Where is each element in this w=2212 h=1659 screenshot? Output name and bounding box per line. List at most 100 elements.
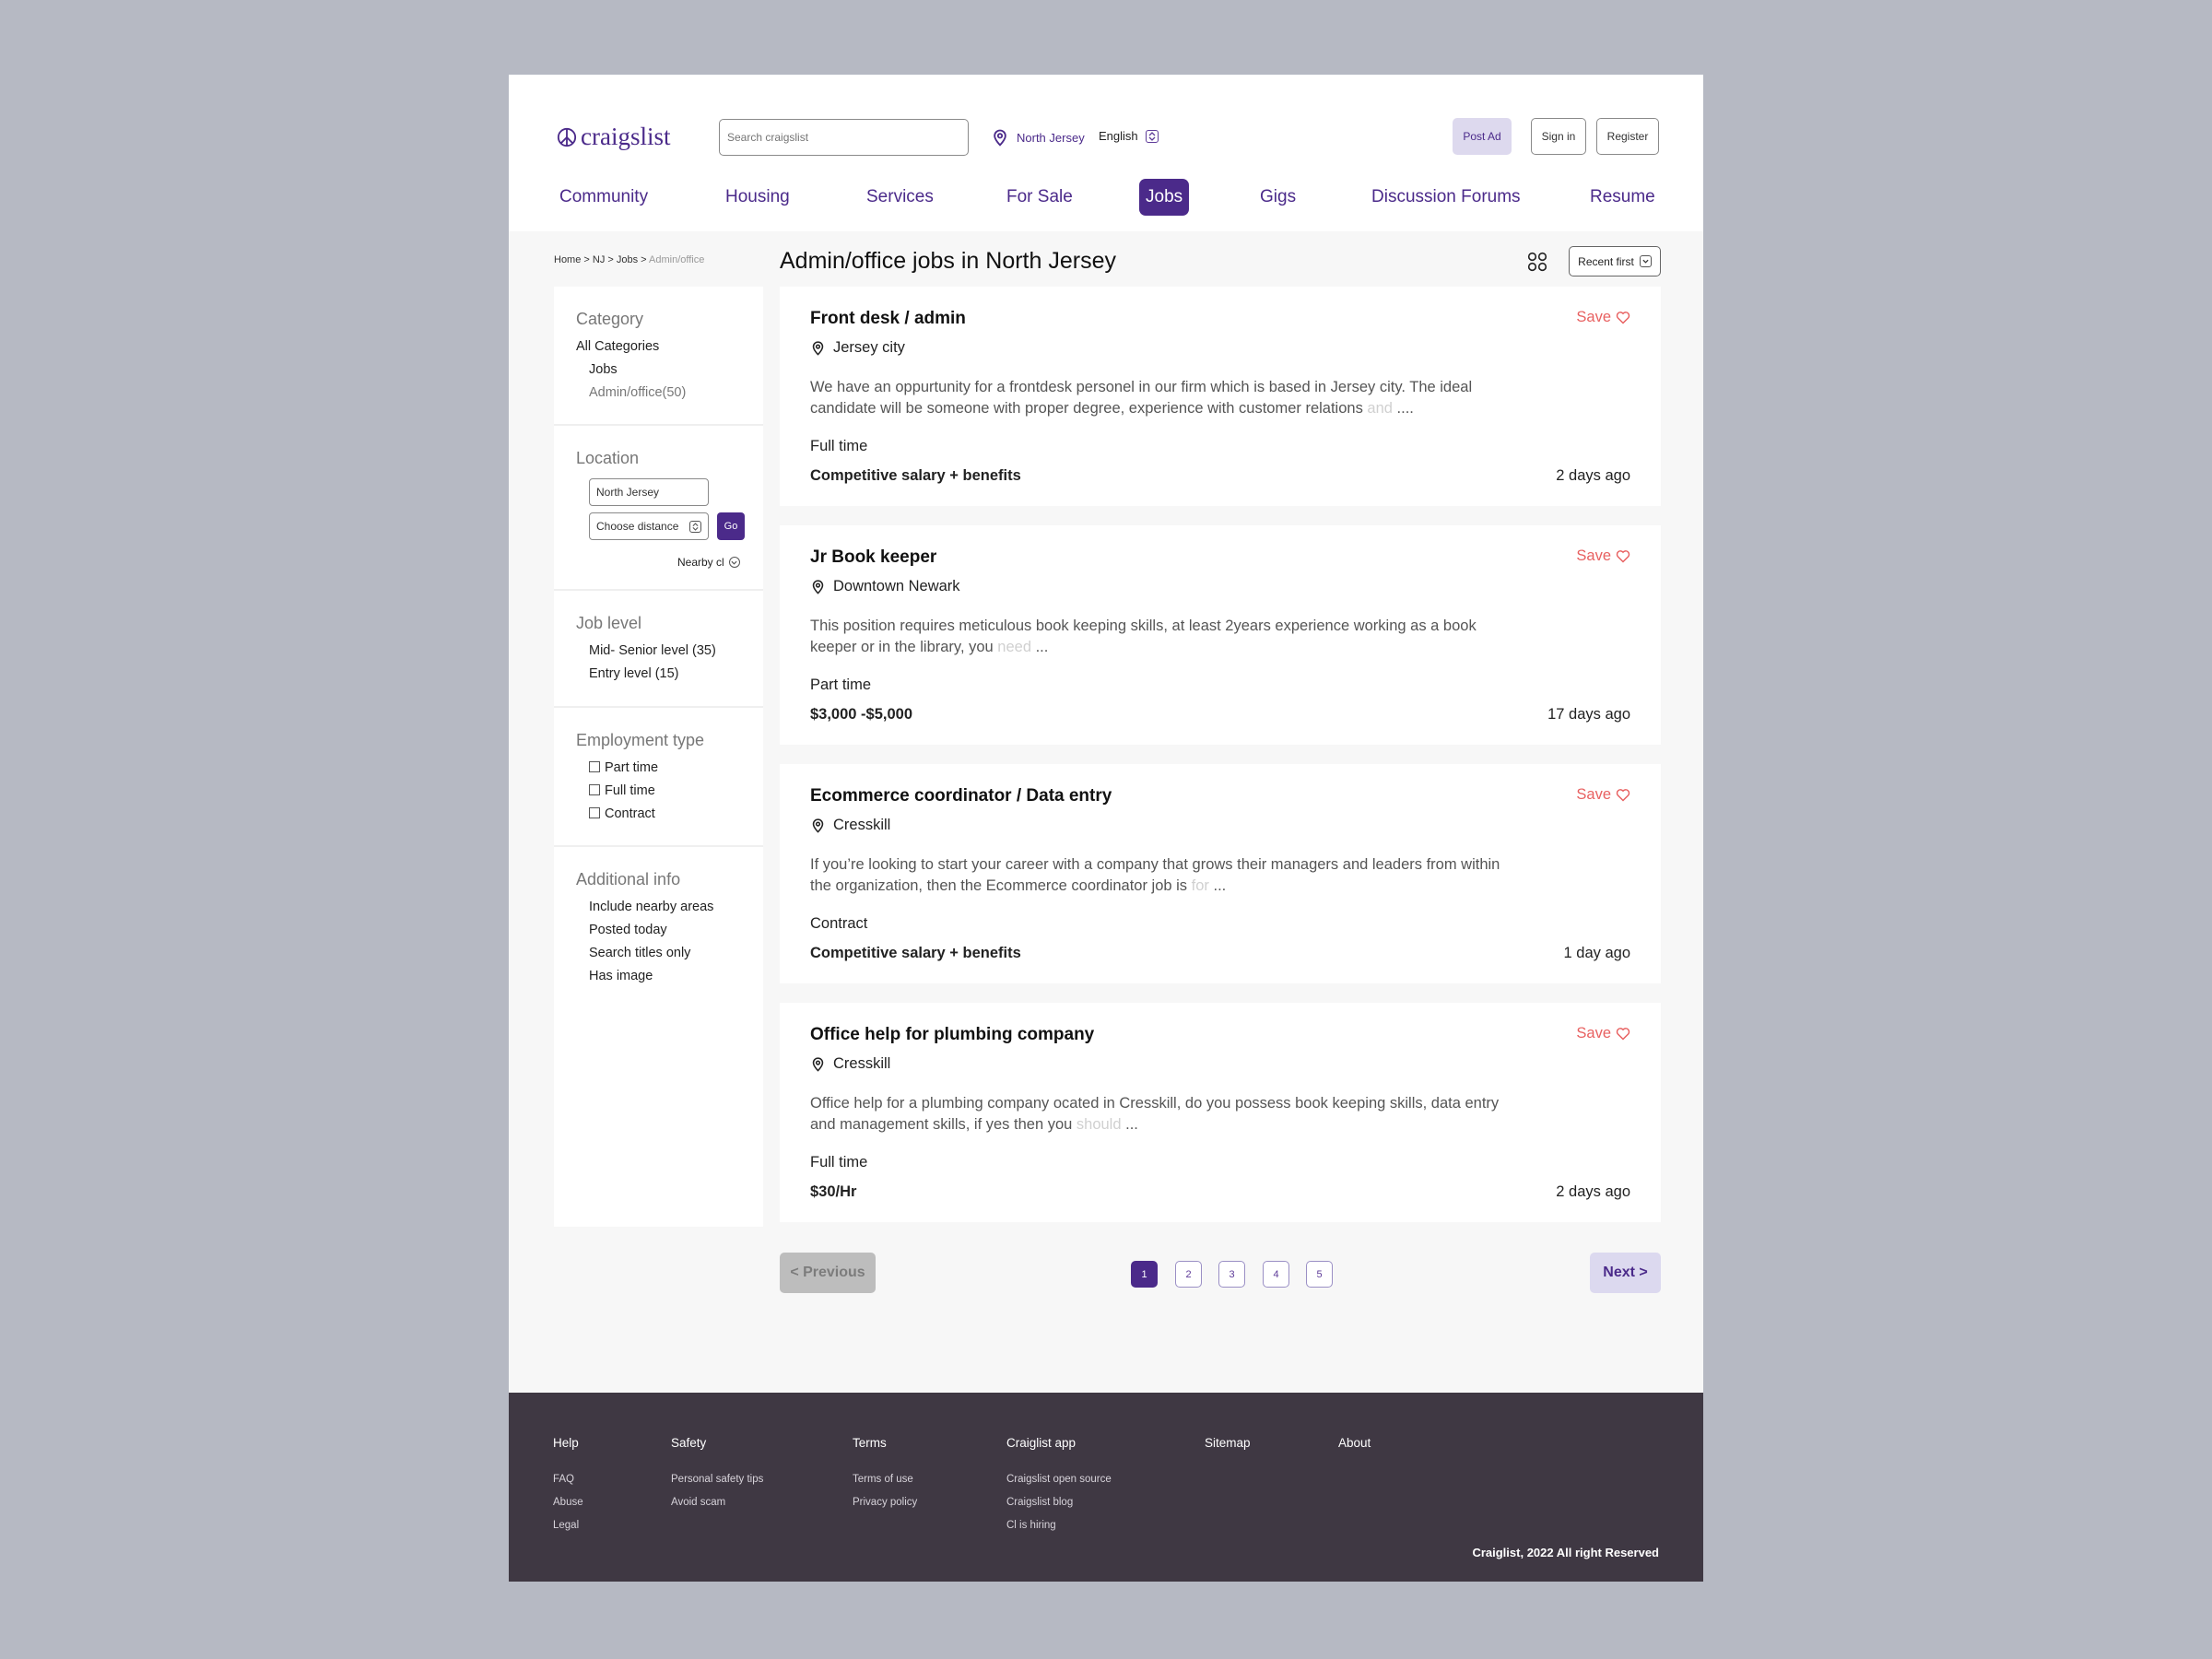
- employment-type-title: Employment type: [576, 731, 705, 749]
- job-location: Cresskill: [810, 817, 890, 834]
- additional-info-section: Additional info Include nearby areas Pos…: [554, 847, 763, 1031]
- nav-housing[interactable]: Housing: [725, 179, 790, 216]
- location-selector[interactable]: North Jersey: [991, 127, 1085, 147]
- employment-option-label: Part time: [605, 760, 659, 775]
- additional-info-option[interactable]: Posted today: [589, 923, 667, 937]
- footer-link[interactable]: Terms of use: [853, 1474, 917, 1485]
- job-card[interactable]: Jr Book keeper Save Downtown Newark This…: [780, 525, 1661, 745]
- employment-option-full-time[interactable]: Full time: [589, 783, 655, 798]
- footer-sitemap-link[interactable]: Sitemap: [1205, 1436, 1251, 1450]
- craigslist-logo[interactable]: craigslist: [557, 123, 670, 151]
- employment-type: Full time: [810, 1154, 868, 1171]
- footer-column-help: Help FAQ Abuse Legal: [553, 1436, 583, 1543]
- footer-link[interactable]: FAQ: [553, 1474, 583, 1485]
- site-footer: Help FAQ Abuse Legal Safety Personal saf…: [509, 1393, 1703, 1582]
- page-button[interactable]: 4: [1263, 1261, 1289, 1288]
- job-description-ellipsis: ....: [1392, 400, 1414, 417]
- nav-for-sale[interactable]: For Sale: [1006, 179, 1073, 216]
- footer-link[interactable]: Privacy policy: [853, 1497, 917, 1508]
- breadcrumb: Home > NJ > Jobs > Admin/office: [554, 254, 704, 265]
- job-description-text: This position requires meticulous book k…: [810, 618, 1477, 655]
- job-level-title: Job level: [576, 614, 642, 632]
- job-title[interactable]: Ecommerce coordinator / Data entry: [810, 786, 1112, 806]
- footer-column-app: Craiglist app Craigslist open source Cra…: [1006, 1436, 1112, 1543]
- checkbox[interactable]: [589, 784, 600, 795]
- copyright: Craiglist, 2022 All right Reserved: [1472, 1546, 1659, 1559]
- job-description: If you’re looking to start your career w…: [810, 854, 1520, 897]
- posted-age: 2 days ago: [1556, 467, 1630, 484]
- peace-icon: [557, 127, 577, 147]
- job-card[interactable]: Front desk / admin Save Jersey city We h…: [780, 287, 1661, 506]
- checkbox[interactable]: [589, 807, 600, 818]
- save-button[interactable]: Save: [1576, 786, 1630, 804]
- nav-jobs[interactable]: Jobs: [1139, 179, 1190, 216]
- footer-link[interactable]: Cl is hiring: [1006, 1520, 1112, 1531]
- page-button[interactable]: 2: [1175, 1261, 1202, 1288]
- sort-dropdown[interactable]: Recent first: [1569, 246, 1661, 276]
- footer-link[interactable]: Legal: [553, 1520, 583, 1531]
- breadcrumb-path[interactable]: Home > NJ > Jobs >: [554, 254, 649, 265]
- category-title: Category: [576, 310, 644, 328]
- post-ad-button[interactable]: Post Ad: [1453, 118, 1512, 155]
- category-jobs[interactable]: Jobs: [589, 362, 618, 377]
- search-input[interactable]: [719, 119, 969, 156]
- location-input[interactable]: [589, 478, 709, 506]
- location-label: North Jersey: [1017, 130, 1085, 145]
- save-button[interactable]: Save: [1576, 1025, 1630, 1042]
- job-level-option[interactable]: Entry level (15): [589, 666, 679, 681]
- checkbox[interactable]: [589, 761, 600, 772]
- save-button[interactable]: Save: [1576, 547, 1630, 565]
- job-location-label: Jersey city: [833, 339, 905, 356]
- next-page-button[interactable]: Next >: [1590, 1253, 1661, 1293]
- job-description: Office help for a plumbing company ocate…: [810, 1093, 1520, 1135]
- footer-link[interactable]: Craigslist open source: [1006, 1474, 1112, 1485]
- job-description-fade: need: [997, 639, 1032, 655]
- nearby-dropdown[interactable]: Nearby cl: [677, 556, 740, 569]
- footer-about-link[interactable]: About: [1338, 1436, 1371, 1450]
- footer-link[interactable]: Abuse: [553, 1497, 583, 1508]
- nav-discussion-forums[interactable]: Discussion Forums: [1371, 179, 1521, 216]
- category-all[interactable]: All Categories: [576, 339, 659, 354]
- employment-type: Part time: [810, 677, 872, 693]
- footer-heading: Craiglist app: [1006, 1436, 1077, 1450]
- employment-type: Full time: [810, 438, 868, 454]
- page-button[interactable]: 3: [1218, 1261, 1245, 1288]
- job-card[interactable]: Ecommerce coordinator / Data entry Save …: [780, 764, 1661, 983]
- footer-link[interactable]: Personal safety tips: [671, 1474, 763, 1485]
- job-card[interactable]: Office help for plumbing company Save Cr…: [780, 1003, 1661, 1222]
- distance-select[interactable]: Choose distance: [589, 512, 709, 540]
- grid-view-icon[interactable]: [1527, 252, 1547, 272]
- nav-community[interactable]: Community: [559, 179, 648, 216]
- register-button[interactable]: Register: [1596, 118, 1659, 155]
- job-description-ellipsis: ...: [1121, 1116, 1138, 1133]
- employment-option-contract[interactable]: Contract: [589, 806, 655, 821]
- additional-info-option[interactable]: Has image: [589, 969, 653, 983]
- footer-link[interactable]: Avoid scam: [671, 1497, 763, 1508]
- job-title[interactable]: Office help for plumbing company: [810, 1025, 1094, 1045]
- category-admin-office[interactable]: Admin/office(50): [589, 385, 686, 400]
- additional-info-option[interactable]: Include nearby areas: [589, 900, 713, 914]
- page-button[interactable]: 5: [1306, 1261, 1333, 1288]
- sign-in-button[interactable]: Sign in: [1531, 118, 1586, 155]
- footer-heading: Terms: [853, 1436, 887, 1450]
- previous-page-button[interactable]: < Previous: [780, 1253, 876, 1293]
- job-title[interactable]: Jr Book keeper: [810, 547, 936, 568]
- additional-info-option[interactable]: Search titles only: [589, 946, 690, 960]
- job-location-label: Downtown Newark: [833, 578, 960, 594]
- footer-link[interactable]: Craigslist blog: [1006, 1497, 1112, 1508]
- job-level-section: Job level Mid- Senior level (35) Entry l…: [554, 591, 763, 708]
- location-go-button[interactable]: Go: [717, 512, 745, 540]
- category-section: Category All Categories Jobs Admin/offic…: [554, 287, 763, 426]
- employment-option-part-time[interactable]: Part time: [589, 760, 658, 775]
- additional-info-title: Additional info: [576, 870, 681, 888]
- language-selector[interactable]: English: [1099, 129, 1159, 143]
- job-title[interactable]: Front desk / admin: [810, 309, 966, 329]
- distance-placeholder: Choose distance: [596, 520, 679, 533]
- nav-gigs[interactable]: Gigs: [1260, 179, 1296, 216]
- footer-column-sitemap: Sitemap: [1205, 1436, 1251, 1474]
- save-button[interactable]: Save: [1576, 309, 1630, 326]
- nav-services[interactable]: Services: [866, 179, 934, 216]
- nav-resume[interactable]: Resume: [1590, 179, 1655, 216]
- page-button[interactable]: 1: [1131, 1261, 1158, 1288]
- job-level-option[interactable]: Mid- Senior level (35): [589, 643, 716, 658]
